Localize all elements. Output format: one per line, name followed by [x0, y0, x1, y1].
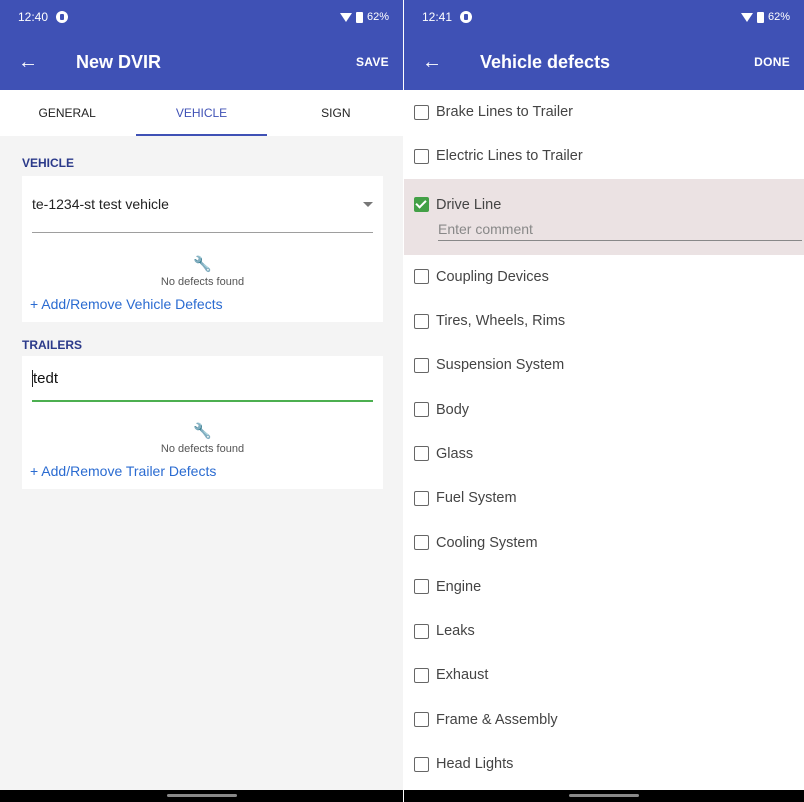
status-bar: 12:41 62%	[404, 0, 804, 34]
comment-input[interactable]: Enter comment	[438, 221, 802, 241]
battery-level: 62%	[767, 11, 790, 23]
checkbox-icon[interactable]	[414, 756, 429, 772]
defect-label: Brake Lines to Trailer	[436, 104, 574, 121]
app-bar: ← Vehicle defects DONE	[404, 34, 804, 90]
defect-item[interactable]: Brake Lines to Trailer	[404, 90, 804, 134]
vehicle-defect-status: 🔧 No defects found	[22, 233, 383, 288]
checkbox-icon[interactable]	[414, 490, 429, 506]
save-button[interactable]: SAVE	[356, 55, 389, 69]
checkbox-icon[interactable]	[414, 357, 429, 373]
vehicle-select-value: te-1234-st test vehicle	[32, 196, 169, 212]
home-handle[interactable]	[569, 794, 639, 797]
wifi-icon	[339, 12, 352, 22]
checkbox-icon[interactable]	[414, 313, 429, 329]
navigation-bar	[0, 790, 403, 802]
defect-label: Cooling System	[436, 534, 538, 551]
checkbox-icon[interactable]	[414, 712, 429, 728]
defect-label: Suspension System	[436, 357, 565, 374]
vehicle-defects-screen: 12:41 62% ← Vehicle defects DONE Brake L…	[404, 0, 804, 802]
add-remove-trailer-defects-link[interactable]: + Add/Remove Trailer Defects	[22, 455, 383, 489]
checkbox-icon[interactable]	[414, 104, 429, 120]
vehicle-section-label: VEHICLE	[22, 156, 75, 170]
wifi-icon	[740, 12, 753, 22]
trailer-input[interactable]: tedt	[22, 356, 383, 400]
checkbox-icon[interactable]	[414, 535, 429, 551]
tab-vehicle[interactable]: VEHICLE	[134, 90, 268, 136]
defect-label: Glass	[436, 445, 474, 462]
notification-icon	[56, 11, 69, 23]
defect-item[interactable]: Engine	[404, 565, 804, 609]
battery-icon	[756, 11, 764, 23]
defect-label: Electric Lines to Trailer	[436, 148, 583, 165]
battery-icon	[355, 11, 363, 23]
vehicle-select[interactable]: te-1234-st test vehicle	[22, 176, 383, 232]
trailer-defect-status: 🔧 No defects found	[22, 402, 383, 455]
defect-item[interactable]: Head Lights	[404, 742, 804, 786]
defect-label: Coupling Devices	[436, 268, 549, 285]
status-time: 12:41	[422, 10, 453, 24]
page-title: Vehicle defects	[480, 51, 611, 72]
defect-label: Body	[436, 401, 470, 418]
defect-label: Fuel System	[436, 490, 517, 507]
defect-item[interactable]: Tires, Wheels, Rims	[404, 299, 804, 343]
checkbox-icon[interactable]	[414, 402, 429, 418]
notification-icon	[460, 11, 473, 23]
defect-list: Brake Lines to Trailer Electric Lines to…	[404, 90, 804, 786]
status-bar: 12:40 62%	[0, 0, 403, 34]
trailers-section-label: TRAILERS	[22, 338, 82, 352]
defect-item[interactable]: Fuel System	[404, 476, 804, 520]
checkbox-checked-icon[interactable]	[414, 197, 429, 213]
defect-item[interactable]: Coupling Devices	[404, 255, 804, 299]
new-dvir-screen: 12:40 62% ← New DVIR SAVE GENERAL VEHICL…	[0, 0, 403, 802]
page-title: New DVIR	[76, 51, 162, 72]
app-bar: ← New DVIR SAVE	[0, 34, 403, 90]
defect-label: Drive Line	[436, 196, 502, 213]
battery-level: 62%	[366, 11, 389, 23]
trailers-card: tedt 🔧 No defects found + Add/Remove Tra…	[22, 356, 383, 489]
trailer-no-defects-text: No defects found	[160, 442, 245, 455]
defect-item[interactable]: Exhaust	[404, 653, 804, 697]
vehicle-no-defects-text: No defects found	[160, 276, 245, 288]
dropdown-caret-icon	[363, 201, 373, 207]
tab-general[interactable]: GENERAL	[0, 90, 134, 136]
defect-item[interactable]: Cooling System	[404, 520, 804, 564]
home-handle[interactable]	[166, 794, 237, 797]
defect-label: Engine	[436, 578, 482, 595]
navigation-bar	[404, 790, 804, 802]
defect-item[interactable]: Suspension System	[404, 343, 804, 387]
arrow-back-icon[interactable]: ←	[18, 51, 54, 74]
defect-item[interactable]: Leaks	[404, 609, 804, 653]
arrow-back-icon[interactable]: ←	[422, 51, 458, 74]
add-remove-vehicle-defects-link[interactable]: + Add/Remove Vehicle Defects	[22, 288, 383, 322]
defect-item[interactable]: Frame & Assembly	[404, 698, 804, 742]
defect-item-selected[interactable]: Drive Line Enter comment	[404, 178, 804, 255]
checkbox-icon[interactable]	[414, 269, 429, 285]
wrench-icon: 🔧	[193, 422, 212, 440]
trailer-input-value: tedt	[33, 369, 59, 387]
defect-label: Exhaust	[436, 667, 489, 684]
vehicle-card: te-1234-st test vehicle 🔧 No defects fou…	[22, 176, 383, 322]
tab-bar: GENERAL VEHICLE SIGN	[0, 90, 403, 136]
defect-item[interactable]: Body	[404, 387, 804, 431]
checkbox-icon[interactable]	[414, 579, 429, 595]
checkbox-icon[interactable]	[414, 623, 429, 639]
wrench-icon: 🔧	[193, 256, 212, 273]
defect-item[interactable]: Glass	[404, 432, 804, 476]
checkbox-icon[interactable]	[414, 148, 429, 164]
defect-label: Head Lights	[436, 756, 514, 772]
checkbox-icon[interactable]	[414, 446, 429, 462]
defect-item[interactable]: Electric Lines to Trailer	[404, 134, 804, 178]
tab-sign[interactable]: SIGN	[269, 90, 403, 136]
status-time: 12:40	[18, 10, 49, 24]
defect-label: Frame & Assembly	[436, 711, 558, 728]
defect-label: Tires, Wheels, Rims	[436, 313, 566, 330]
checkbox-icon[interactable]	[414, 667, 429, 683]
done-button[interactable]: DONE	[754, 55, 790, 69]
defect-label: Leaks	[436, 623, 475, 640]
